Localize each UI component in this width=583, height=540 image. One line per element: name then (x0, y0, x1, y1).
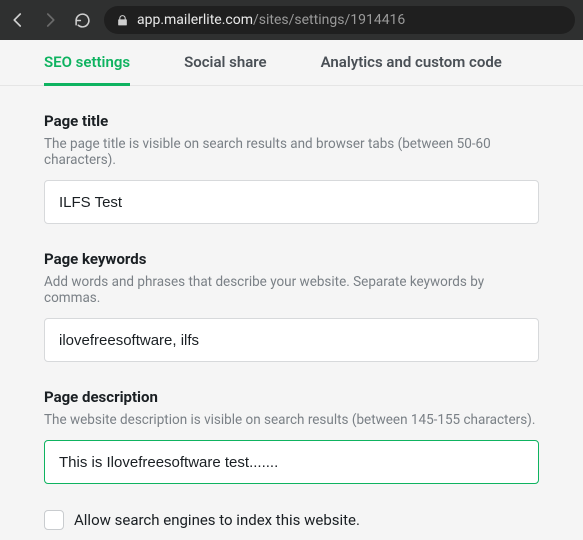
page-keywords-help: Add words and phrases that describe your… (44, 274, 539, 306)
allow-index-checkbox[interactable] (44, 510, 64, 530)
field-page-keywords: Page keywords Add words and phrases that… (44, 250, 539, 362)
url-domain: app.mailerlite.com (137, 12, 253, 28)
form-content: Page title The page title is visible on … (0, 86, 583, 540)
page-title-label: Page title (44, 112, 539, 130)
page-description-help: The website description is visible on se… (44, 412, 539, 428)
field-page-title: Page title The page title is visible on … (44, 112, 539, 224)
page-body: SEO settings Social share Analytics and … (0, 40, 583, 540)
forward-button[interactable] (40, 10, 60, 30)
tab-bar: SEO settings Social share Analytics and … (0, 40, 583, 86)
browser-toolbar: app.mailerlite.com/sites/settings/191441… (0, 0, 583, 40)
page-title-input[interactable] (44, 180, 539, 224)
url-text: app.mailerlite.com/sites/settings/191441… (137, 12, 405, 28)
lock-icon (116, 14, 129, 27)
tab-social-share[interactable]: Social share (184, 41, 267, 86)
address-bar[interactable]: app.mailerlite.com/sites/settings/191441… (104, 6, 575, 34)
allow-index-row: Allow search engines to index this websi… (44, 510, 539, 530)
page-description-input[interactable] (44, 440, 539, 484)
field-page-description: Page description The website description… (44, 388, 539, 484)
url-path: /sites/settings/1914416 (253, 12, 405, 28)
tab-seo-settings[interactable]: SEO settings (44, 41, 130, 86)
reload-button[interactable] (72, 10, 92, 30)
allow-index-label: Allow search engines to index this websi… (74, 511, 360, 529)
page-keywords-label: Page keywords (44, 250, 539, 268)
back-button[interactable] (8, 10, 28, 30)
page-description-label: Page description (44, 388, 539, 406)
page-keywords-input[interactable] (44, 318, 539, 362)
page-title-help: The page title is visible on search resu… (44, 136, 539, 168)
tab-analytics[interactable]: Analytics and custom code (321, 41, 502, 86)
